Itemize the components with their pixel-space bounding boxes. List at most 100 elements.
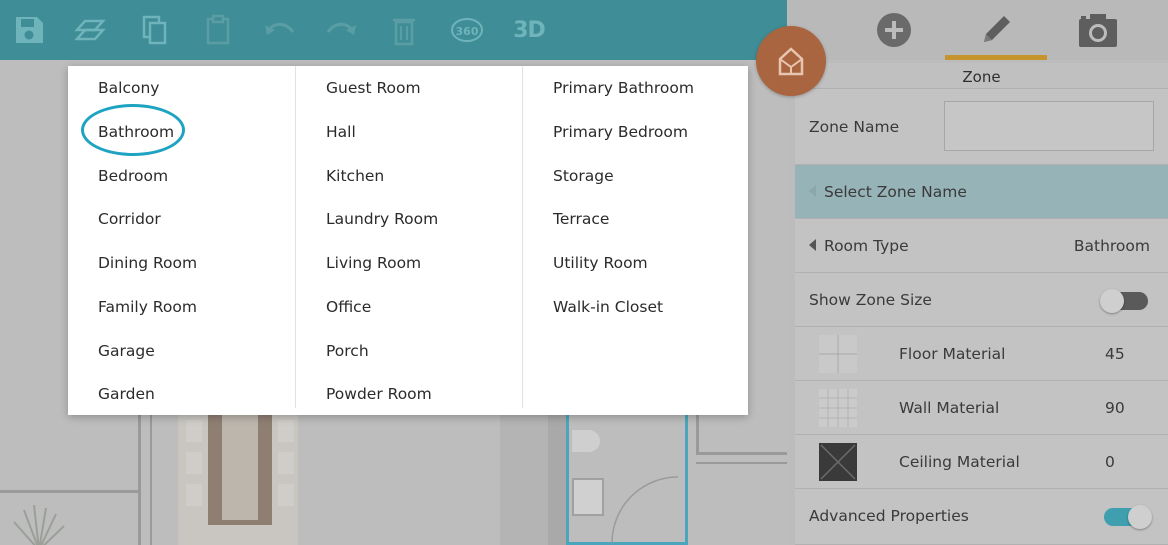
- menu-item-kitchen[interactable]: Kitchen: [326, 166, 384, 186]
- wall-material-value: 90: [1105, 399, 1125, 417]
- tab-add[interactable]: [843, 0, 945, 60]
- plan-wall-right: [696, 410, 699, 452]
- advanced-properties-label: Advanced Properties: [809, 507, 969, 525]
- menu-item-primary-bathroom[interactable]: Primary Bathroom: [553, 78, 694, 98]
- room-type-menu: Balcony Bathroom Bedroom Corridor Dining…: [68, 66, 748, 415]
- zone-name-row: Zone Name: [795, 89, 1168, 165]
- top-toolbar: 360 3D: [0, 0, 787, 60]
- paste-icon: [206, 14, 230, 45]
- ceiling-swatch: [819, 443, 857, 481]
- menu-item-office[interactable]: Office: [326, 297, 371, 317]
- save-button[interactable]: [9, 10, 49, 50]
- plan-wall-right-h2: [696, 462, 795, 464]
- menu-item-utility-room[interactable]: Utility Room: [553, 253, 648, 273]
- toggle-knob: [1128, 505, 1152, 529]
- plan-table-top: [222, 410, 258, 520]
- paste-button[interactable]: [198, 10, 238, 50]
- menu-item-porch[interactable]: Porch: [326, 341, 369, 361]
- select-zone-name-label: Select Zone Name: [824, 183, 967, 201]
- plan-chair: [186, 484, 202, 506]
- wall-material-row[interactable]: Wall Material 90: [795, 381, 1168, 435]
- plan-sink: [572, 478, 604, 516]
- add-icon: [877, 13, 911, 47]
- menu-column: Guest Room Hall Kitchen Laundry Room Liv…: [295, 66, 522, 408]
- toggle-knob: [1100, 289, 1124, 313]
- menu-item-family-room[interactable]: Family Room: [98, 297, 197, 317]
- floor-material-value: 45: [1105, 345, 1125, 363]
- wall-material-label: Wall Material: [899, 399, 1000, 417]
- menu-item-garage[interactable]: Garage: [98, 341, 155, 361]
- menu-column: Balcony Bathroom Bedroom Corridor Dining…: [68, 66, 295, 408]
- menu-item-corridor[interactable]: Corridor: [98, 209, 161, 229]
- advanced-properties-toggle[interactable]: [1104, 505, 1152, 529]
- delete-icon: [393, 18, 415, 46]
- menu-item-guest-room[interactable]: Guest Room: [326, 78, 421, 98]
- zone-name-label: Zone Name: [809, 118, 900, 136]
- menu-item-bathroom[interactable]: Bathroom: [98, 122, 174, 142]
- room-type-row[interactable]: Room Type Bathroom: [795, 219, 1168, 273]
- plan-wall-left: [138, 410, 141, 545]
- plan-toilet: [572, 430, 600, 452]
- menu-item-living-room[interactable]: Living Room: [326, 253, 421, 273]
- layers-button[interactable]: [70, 10, 110, 50]
- menu-item-primary-bedroom[interactable]: Primary Bedroom: [553, 122, 688, 142]
- chevron-left-icon: [809, 185, 816, 197]
- wall-tile-swatch: [819, 389, 857, 427]
- menu-item-dining-room[interactable]: Dining Room: [98, 253, 197, 273]
- copy-button[interactable]: [135, 10, 175, 50]
- view-3d-button[interactable]: 3D: [509, 10, 549, 50]
- floor-tile-swatch: [819, 335, 857, 373]
- plan-door-arc: [611, 476, 679, 544]
- menu-item-laundry-room[interactable]: Laundry Room: [326, 209, 438, 229]
- properties-panel: Zone Zone Name Select Zone Name Room Typ…: [787, 0, 1168, 545]
- view-360-icon: 360: [451, 18, 483, 42]
- plan-floor-line: [0, 490, 140, 493]
- show-zone-size-toggle[interactable]: [1100, 289, 1148, 313]
- show-zone-size-label: Show Zone Size: [809, 291, 932, 309]
- delete-button[interactable]: [384, 10, 424, 50]
- ceiling-material-row[interactable]: Ceiling Material 0: [795, 435, 1168, 489]
- plan-chair: [186, 420, 202, 442]
- copy-icon: [142, 15, 167, 45]
- plan-chair: [278, 484, 294, 506]
- room-type-value: Bathroom: [1073, 237, 1150, 255]
- camera-icon: [1079, 14, 1117, 47]
- chevron-left-icon: [809, 239, 816, 251]
- plan-chair: [278, 452, 294, 474]
- save-icon: [16, 17, 43, 43]
- plan-plant: [13, 504, 65, 545]
- menu-item-hall[interactable]: Hall: [326, 122, 356, 142]
- menu-item-walk-in-closet[interactable]: Walk-in Closet: [553, 297, 663, 317]
- redo-icon: [326, 22, 356, 35]
- undo-icon: [265, 22, 295, 35]
- ceiling-material-value: 0: [1105, 453, 1115, 471]
- plan-wall-right-h: [696, 452, 795, 455]
- plan-chair: [186, 452, 202, 474]
- floor-material-row[interactable]: Floor Material 45: [795, 327, 1168, 381]
- tab-edit[interactable]: [945, 0, 1047, 60]
- menu-item-powder-room[interactable]: Powder Room: [326, 384, 432, 404]
- view-360-button[interactable]: 360: [447, 10, 487, 50]
- undo-button[interactable]: [259, 10, 299, 50]
- menu-item-bedroom[interactable]: Bedroom: [98, 166, 168, 186]
- menu-item-garden[interactable]: Garden: [98, 384, 155, 404]
- room-type-label: Room Type: [824, 237, 909, 255]
- floor-material-label: Floor Material: [899, 345, 1006, 363]
- zone-name-input[interactable]: [944, 101, 1154, 151]
- ceiling-material-label: Ceiling Material: [899, 453, 1020, 471]
- menu-item-terrace[interactable]: Terrace: [553, 209, 609, 229]
- menu-item-balcony[interactable]: Balcony: [98, 78, 159, 98]
- tab-camera[interactable]: [1047, 0, 1149, 60]
- redo-button[interactable]: [322, 10, 362, 50]
- pencil-icon: [984, 16, 1010, 42]
- menu-item-storage[interactable]: Storage: [553, 166, 614, 186]
- house-fab-button[interactable]: [756, 26, 826, 96]
- panel-header: Zone: [795, 63, 1168, 89]
- advanced-properties-row: Advanced Properties: [795, 489, 1168, 545]
- view-360-label: 360: [456, 25, 479, 38]
- select-zone-name-row[interactable]: Select Zone Name: [795, 165, 1168, 219]
- plan-chair: [278, 420, 294, 442]
- layers-icon: [74, 19, 106, 41]
- plan-wall-strip: [548, 410, 568, 545]
- house-icon: [778, 47, 804, 76]
